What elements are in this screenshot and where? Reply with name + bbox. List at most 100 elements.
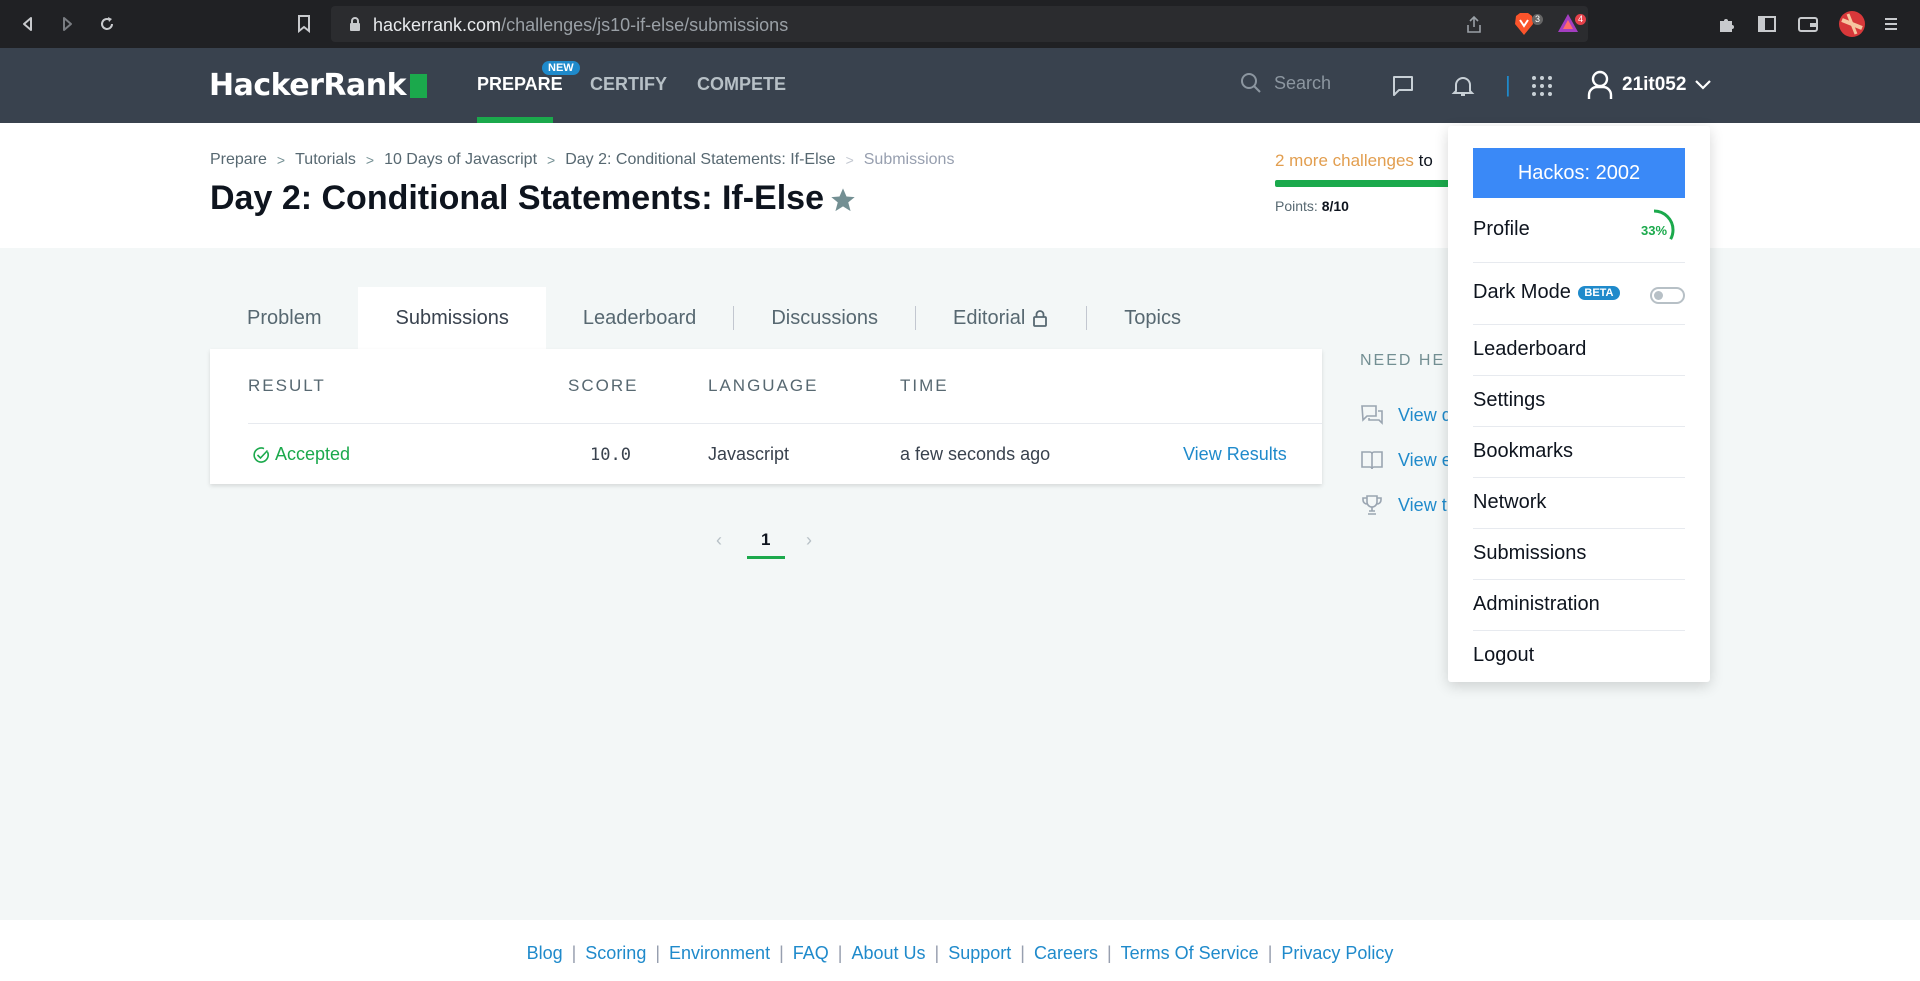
- book-icon: [1361, 451, 1383, 470]
- hackerrank-logo[interactable]: HackerRank: [209, 67, 428, 103]
- chevron-right-icon: >: [276, 152, 286, 168]
- pagination-prev-icon[interactable]: ‹: [716, 530, 722, 551]
- menu-item-logout[interactable]: Logout: [1473, 644, 1685, 667]
- menu-divider: [1473, 375, 1685, 376]
- apps-grid-icon[interactable]: [1529, 73, 1555, 99]
- footer-link-faq[interactable]: FAQ: [793, 943, 829, 964]
- logo-block: [410, 74, 428, 98]
- footer-link-environment[interactable]: Environment: [669, 943, 770, 964]
- sidebar-icon[interactable]: [1756, 13, 1778, 35]
- chevron-down-icon: [1695, 80, 1712, 90]
- profile-percent: 33%: [1641, 223, 1667, 238]
- footer-link-scoring[interactable]: Scoring: [585, 943, 646, 964]
- nav-prepare[interactable]: PREPARE: [477, 74, 563, 95]
- shield-count-badge: 3: [1531, 14, 1543, 25]
- breadcrumb: Prepare > Tutorials > 10 Days of Javascr…: [210, 151, 954, 169]
- address-bar[interactable]: hackerrank.com/challenges/js10-if-else/s…: [331, 6, 1588, 42]
- browser-toolbar: hackerrank.com/challenges/js10-if-else/s…: [0, 0, 1920, 48]
- check-circle-icon: [253, 446, 269, 463]
- tab-editorial-label: Editorial: [953, 306, 1026, 329]
- help-link-discussions[interactable]: View d: [1360, 403, 1452, 427]
- chevron-right-icon: >: [365, 152, 375, 168]
- share-icon[interactable]: [1464, 15, 1484, 35]
- points: Points: 8/10: [1275, 198, 1349, 214]
- search-box[interactable]: Search: [1240, 72, 1331, 94]
- beta-badge: BETA: [1578, 285, 1620, 300]
- nav-certify[interactable]: CERTIFY: [590, 74, 667, 95]
- footer-link-blog[interactable]: Blog: [527, 943, 563, 964]
- back-icon[interactable]: [16, 12, 40, 36]
- brave-shields-icon[interactable]: 3: [1513, 12, 1543, 36]
- nav-compete[interactable]: COMPETE: [697, 74, 786, 95]
- trophy-icon: [1362, 495, 1382, 515]
- menu-item-network[interactable]: Network: [1473, 491, 1685, 514]
- menu-item-administration[interactable]: Administration: [1473, 593, 1685, 616]
- messages-icon[interactable]: [1390, 73, 1416, 99]
- pagination-next-icon[interactable]: ›: [806, 530, 812, 551]
- score-value: 10.0: [590, 445, 631, 465]
- header-divider: |: [1505, 72, 1511, 97]
- help-link-editorial[interactable]: View e: [1360, 448, 1452, 472]
- rewards-count-badge: 4: [1574, 14, 1586, 25]
- hackos-button[interactable]: Hackos: 2002: [1473, 148, 1685, 198]
- new-badge: NEW: [542, 61, 580, 75]
- dark-mode-toggle[interactable]: [1650, 287, 1685, 304]
- footer-link-about-us[interactable]: About Us: [851, 943, 925, 964]
- bookmark-icon[interactable]: [292, 12, 316, 36]
- menu-item-submissions[interactable]: Submissions: [1473, 542, 1685, 565]
- user-menu[interactable]: 21it052: [1586, 70, 1712, 100]
- breadcrumb-tutorials[interactable]: Tutorials: [295, 151, 356, 169]
- breadcrumb-submissions: Submissions: [863, 151, 955, 168]
- footer-link-support[interactable]: Support: [948, 943, 1011, 964]
- page-footer: Blog | Scoring | Environment | FAQ | About U…: [0, 920, 1920, 981]
- reload-icon[interactable]: [95, 12, 119, 36]
- menu-item-leaderboard[interactable]: Leaderboard: [1473, 338, 1685, 361]
- notifications-icon[interactable]: [1450, 73, 1476, 99]
- page-title: Day 2: Conditional Statements: If-Else: [210, 179, 824, 217]
- tab-discussions[interactable]: Discussions: [734, 287, 915, 349]
- column-header-result: RESULT: [248, 376, 326, 395]
- toggle-knob: [1654, 291, 1663, 300]
- forward-icon[interactable]: [55, 12, 79, 36]
- view-results-link[interactable]: View Results: [1183, 444, 1287, 465]
- url-text: hackerrank.com/challenges/js10-if-else/s…: [373, 15, 789, 35]
- footer-link-privacy[interactable]: Privacy Policy: [1281, 943, 1393, 964]
- wallet-icon[interactable]: [1797, 13, 1819, 35]
- tab-topics[interactable]: Topics: [1087, 287, 1218, 349]
- tab-problem[interactable]: Problem: [210, 287, 358, 349]
- lock-icon: [1033, 310, 1048, 327]
- need-help-title: NEED HE: [1360, 352, 1446, 369]
- pagination-page-1[interactable]: 1: [761, 530, 770, 550]
- help-link-top[interactable]: View t: [1360, 493, 1447, 517]
- menu-item-settings[interactable]: Settings: [1473, 389, 1685, 412]
- language-value: Javascript: [708, 444, 790, 464]
- footer-link-terms[interactable]: Terms Of Service: [1121, 943, 1259, 964]
- breadcrumb-prepare[interactable]: Prepare: [210, 151, 267, 169]
- tab-editorial[interactable]: Editorial: [916, 287, 1086, 349]
- bookmark-star-icon[interactable]: [829, 186, 857, 214]
- tab-leaderboard[interactable]: Leaderboard: [546, 287, 733, 349]
- menu-icon[interactable]: [1880, 13, 1902, 35]
- user-icon: [1587, 70, 1613, 99]
- time-value: a few seconds ago: [900, 444, 1051, 464]
- table-divider: [248, 423, 1322, 424]
- tab-submissions[interactable]: Submissions: [358, 287, 546, 349]
- result-accepted: Accepted: [252, 444, 350, 465]
- menu-divider: [1473, 426, 1685, 427]
- progress-message[interactable]: 2 more challenges to: [1275, 151, 1433, 171]
- chevron-right-icon: >: [547, 152, 556, 168]
- column-header-time: TIME: [900, 376, 949, 395]
- progress-bar: [1275, 180, 1455, 187]
- footer-link-careers[interactable]: Careers: [1034, 943, 1098, 964]
- extensions-icon[interactable]: [1716, 13, 1738, 35]
- lock-icon: [350, 17, 360, 31]
- breadcrumb-10-days[interactable]: 10 Days of Javascript: [384, 151, 537, 169]
- chevron-right-icon: >: [845, 152, 854, 168]
- profile-avatar-icon[interactable]: [1838, 10, 1866, 38]
- discussion-icon: [1361, 405, 1383, 425]
- search-icon: [1241, 73, 1261, 93]
- menu-divider: [1473, 324, 1685, 325]
- brave-rewards-icon[interactable]: 4: [1556, 12, 1586, 36]
- menu-item-bookmarks[interactable]: Bookmarks: [1473, 440, 1685, 463]
- breadcrumb-day-2[interactable]: Day 2: Conditional Statements: If-Else: [565, 151, 835, 169]
